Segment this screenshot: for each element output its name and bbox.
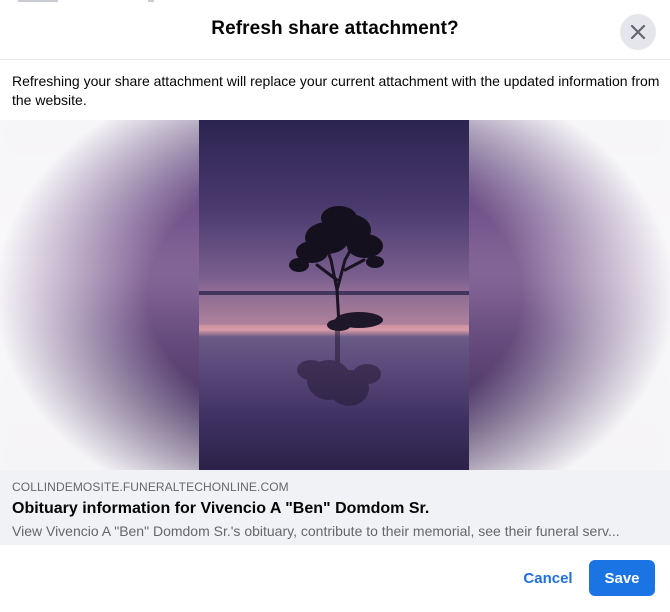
close-icon	[630, 24, 646, 40]
attachment-image	[199, 120, 469, 470]
dialog-description: Refreshing your share attachment will re…	[12, 73, 660, 108]
dialog-title: Refresh share attachment?	[211, 18, 459, 39]
cancel-button[interactable]: Cancel	[512, 560, 584, 596]
save-button[interactable]: Save	[589, 560, 655, 596]
attachment-title: Obituary information for Vivencio A "Ben…	[12, 500, 430, 517]
lone-tree-image	[199, 206, 469, 406]
refresh-attachment-dialog: Refresh share attachment? Refreshing you…	[0, 0, 670, 612]
dialog-header: Refresh share attachment?	[0, 0, 670, 60]
dialog-footer: Cancel Save	[0, 545, 670, 612]
close-button[interactable]	[620, 14, 656, 50]
attachment-description: View Vivencio A "Ben" Domdom Sr.'s obitu…	[12, 523, 620, 539]
attachment-domain: COLLINDEMOSITE.FUNERALTECHONLINE.COM	[12, 480, 289, 494]
attachment-link-info[interactable]: COLLINDEMOSITE.FUNERALTECHONLINE.COM Obi…	[0, 470, 670, 545]
attachment-preview: COLLINDEMOSITE.FUNERALTECHONLINE.COM Obi…	[0, 120, 670, 545]
attachment-image-area	[0, 120, 670, 470]
